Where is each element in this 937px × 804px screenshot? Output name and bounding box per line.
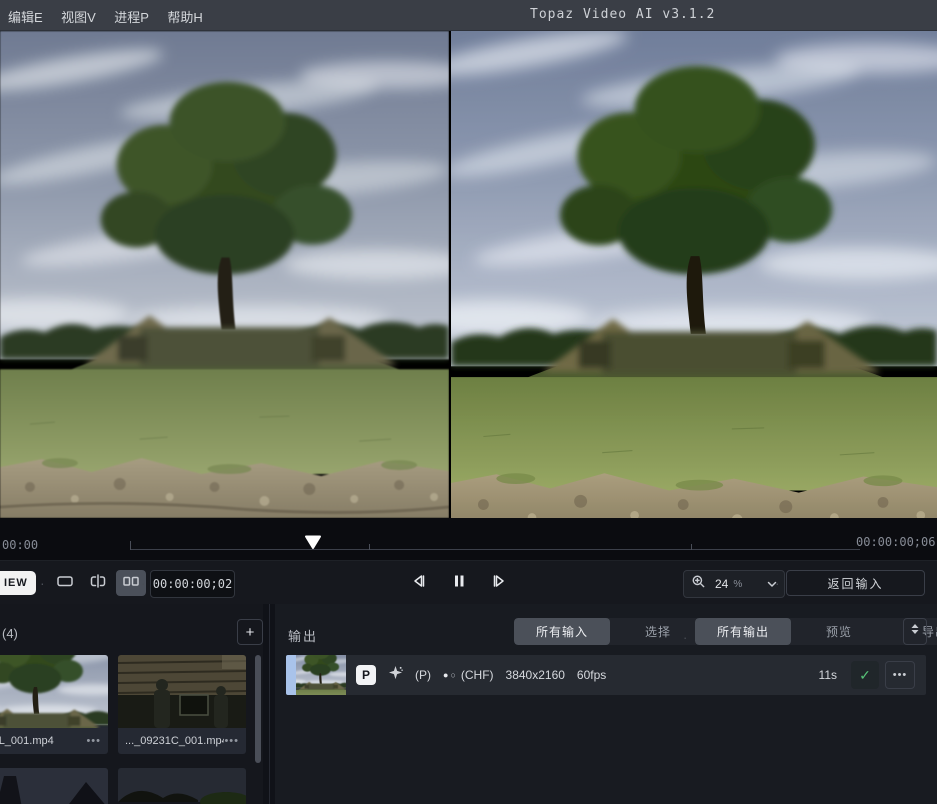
- output-model-label: (P): [415, 668, 431, 682]
- separator-dot: ·: [775, 574, 780, 592]
- menu-bar: 编辑E 视图V 进程P 帮助H: [0, 0, 937, 31]
- input-file-thumbnail: [118, 768, 246, 804]
- back-to-input-button[interactable]: 返回输入: [786, 570, 925, 596]
- output-format-label: (CHF): [461, 668, 494, 682]
- preview-badge: P: [356, 665, 376, 685]
- app-title: Topaz Video AI v3.1.2: [530, 7, 715, 22]
- timeline-tick: [691, 544, 692, 550]
- timeline-tick: [130, 541, 131, 550]
- output-duration: 11s: [819, 668, 837, 682]
- file-menu-button[interactable]: •••: [86, 735, 101, 747]
- output-panel-title: 输出: [288, 626, 318, 645]
- output-row[interactable]: P (P) ● ○ (CHF) 3840x2160 60fps 11s ✓ ••…: [286, 655, 926, 695]
- output-row-accent-bar: [286, 655, 296, 695]
- separator-dot: ·: [141, 574, 146, 592]
- tab-selected[interactable]: 选择: [610, 618, 706, 645]
- tab-all-outputs[interactable]: 所有输出: [695, 618, 791, 645]
- timeline-ruler[interactable]: [130, 549, 860, 550]
- input-file-thumbnail: [0, 768, 108, 804]
- view-mode-group: [50, 570, 146, 596]
- sort-icon: [909, 622, 921, 641]
- input-filter-tabs: 所有输入 选择: [514, 618, 706, 645]
- prev-frame-icon: [411, 573, 427, 594]
- output-complete-button[interactable]: ✓: [851, 661, 879, 689]
- separator-dot: ·: [40, 574, 45, 592]
- preview-area: [0, 31, 937, 518]
- bottom-area: (4) + 924AL_001.mp4 ••• ..._09231C_001.m…: [0, 604, 937, 804]
- add-input-button[interactable]: +: [237, 619, 263, 645]
- next-frame-icon: [491, 573, 507, 594]
- pause-button[interactable]: [444, 570, 474, 596]
- input-file-name: ..._09231C_001.mp4: [125, 735, 224, 747]
- input-file-thumbnail: [118, 655, 246, 728]
- output-resolution: 3840x2160: [506, 668, 565, 682]
- split-view-icon: [89, 574, 107, 593]
- output-row-thumbnail: [296, 655, 346, 695]
- timeline-end-timecode: 00:00:00;06: [856, 535, 935, 549]
- timeline-tick: [369, 544, 370, 550]
- output-more-button[interactable]: •••: [885, 661, 915, 689]
- input-file-card[interactable]: 924AL_001.mp4 •••: [0, 655, 108, 754]
- input-panel: (4) + 924AL_001.mp4 ••• ..._09231C_001.m…: [0, 604, 263, 804]
- pause-icon: [451, 573, 467, 594]
- playhead[interactable]: [304, 535, 322, 550]
- tab-previews[interactable]: 预览: [791, 618, 887, 645]
- zoom-control[interactable]: 24 %: [683, 570, 785, 598]
- zoom-magnifier-icon: [691, 574, 706, 594]
- sort-button[interactable]: [903, 618, 927, 645]
- menu-view[interactable]: 视图V: [61, 0, 96, 26]
- status-dot-hollow: ○: [450, 670, 455, 680]
- input-count-label: (4): [2, 626, 18, 641]
- side-by-side-view-icon: [122, 574, 140, 593]
- timecode-input[interactable]: 00:00:00;02: [150, 570, 235, 598]
- panel-divider: [269, 604, 270, 804]
- split-view-button[interactable]: [83, 570, 113, 596]
- tab-all-inputs[interactable]: 所有输入: [514, 618, 610, 645]
- output-panel: 输出 所有输入 选择 · 所有输出 预览 导出 P (P) ●: [275, 604, 937, 804]
- menu-process[interactable]: 进程P: [114, 0, 149, 26]
- zoom-level-unit: %: [733, 579, 742, 590]
- output-framerate: 60fps: [577, 668, 606, 682]
- prev-frame-button[interactable]: [404, 570, 434, 596]
- input-file-card[interactable]: [118, 768, 246, 804]
- timeline-start-timecode: 00:00: [2, 538, 38, 552]
- output-filter-tabs: 所有输出 预览 导出: [695, 618, 937, 645]
- single-view-icon: [56, 574, 74, 593]
- zoom-level-value: 24: [715, 577, 728, 591]
- status-dot-filled: ●: [443, 670, 448, 680]
- check-icon: ✓: [859, 667, 871, 684]
- enhancement-icon: [388, 665, 403, 685]
- view-label-badge: IEW: [0, 571, 36, 595]
- preview-pane-enhanced[interactable]: [451, 31, 937, 518]
- next-frame-button[interactable]: [484, 570, 514, 596]
- toolbar: IEW · · 00:00:00;02: [0, 560, 937, 605]
- input-file-name: 924AL_001.mp4: [0, 735, 54, 747]
- input-list-scrollbar[interactable]: [255, 655, 261, 763]
- input-file-card[interactable]: ..._09231C_001.mp4 •••: [118, 655, 246, 754]
- separator-dot: ·: [683, 630, 687, 645]
- menu-edit[interactable]: 编辑E: [8, 0, 43, 26]
- input-file-card[interactable]: [0, 768, 108, 804]
- file-menu-button[interactable]: •••: [224, 735, 239, 747]
- single-view-button[interactable]: [50, 570, 80, 596]
- menu-help[interactable]: 帮助H: [167, 0, 202, 26]
- timeline[interactable]: 00:00 00:00:00;06: [0, 518, 937, 560]
- preview-pane-original[interactable]: [0, 31, 449, 518]
- input-file-thumbnail: [0, 655, 108, 728]
